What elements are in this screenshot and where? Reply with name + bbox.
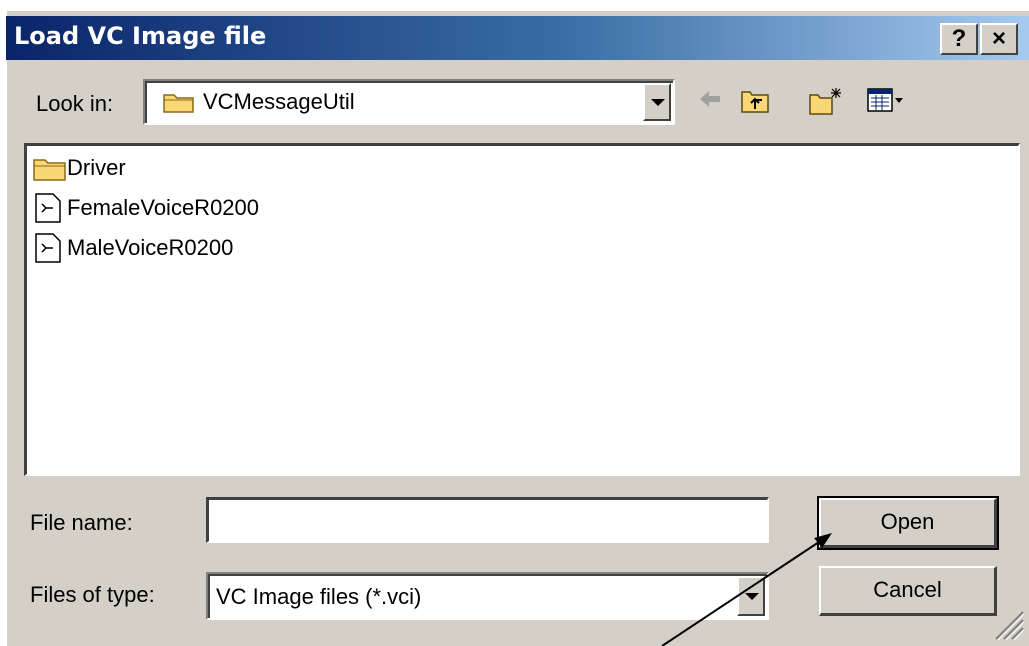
open-button[interactable]: Open <box>817 496 999 550</box>
file-type-dropdown-button[interactable] <box>737 576 765 616</box>
look-in-value: VCMessageUtil <box>203 89 355 114</box>
folder-icon <box>163 94 194 113</box>
file-name-input[interactable] <box>206 497 769 543</box>
look-in-dropdown-button[interactable] <box>643 83 671 121</box>
file-icon <box>35 193 61 223</box>
folder-icon <box>33 159 66 181</box>
help-button[interactable]: ? <box>940 23 978 55</box>
file-type-combo[interactable]: VC Image files (*.vci) <box>206 572 769 620</box>
up-folder-icon[interactable] <box>740 86 770 114</box>
file-type-value: VC Image files (*.vci) <box>216 584 422 609</box>
file-list[interactable]: Driver FemaleVoiceR0200 MaleVoiceR0200 <box>24 143 1020 476</box>
look-in-label: Look in: <box>36 91 114 116</box>
list-item[interactable]: MaleVoiceR0200 <box>33 230 233 266</box>
window-title: Load VC Image file <box>14 22 267 50</box>
close-button[interactable]: × <box>980 23 1018 55</box>
file-icon <box>35 233 61 263</box>
back-icon[interactable] <box>697 86 723 112</box>
new-folder-icon[interactable] <box>808 86 844 116</box>
list-item[interactable]: FemaleVoiceR0200 <box>33 190 259 226</box>
cancel-button[interactable]: Cancel <box>819 566 997 616</box>
view-menu-icon[interactable] <box>866 86 906 114</box>
file-name-label: File name: <box>30 510 133 535</box>
resize-grip-icon[interactable] <box>990 606 1026 642</box>
look-in-combo[interactable]: VCMessageUtil <box>143 79 675 125</box>
list-item[interactable]: Driver <box>33 150 126 186</box>
file-type-label: Files of type: <box>30 582 155 607</box>
title-bar[interactable]: Load VC Image file ? × <box>6 16 1029 60</box>
